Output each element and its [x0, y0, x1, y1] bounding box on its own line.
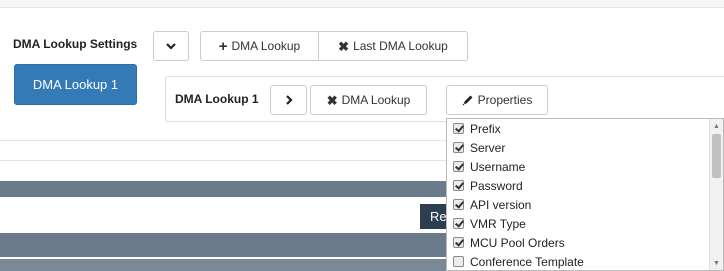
property-option[interactable]: Password [447, 176, 711, 195]
collapse-settings-button[interactable] [153, 31, 189, 61]
property-option[interactable]: Username [447, 157, 711, 176]
dropdown-scrollbar[interactable]: ▲ ▼ [709, 119, 723, 270]
property-label: Password [470, 178, 523, 193]
property-label: Username [470, 159, 526, 174]
remove-dma-lookup-button[interactable]: ✖ DMA Lookup [310, 85, 427, 115]
property-checkbox[interactable] [453, 256, 464, 267]
property-option[interactable]: VMR Type [447, 214, 711, 233]
property-label: API version [470, 197, 532, 212]
scroll-down-icon[interactable]: ▼ [710, 257, 723, 269]
property-label: Conference Template [470, 254, 584, 269]
properties-button[interactable]: Properties [446, 85, 548, 115]
times-icon: ✖ [338, 38, 350, 54]
partial-button-label: Re [430, 209, 447, 224]
property-checkbox[interactable] [453, 199, 464, 210]
property-option[interactable]: API version [447, 195, 711, 214]
scrollbar-thumb[interactable] [712, 134, 721, 178]
chevron-down-icon [166, 43, 176, 50]
property-label: Server [470, 140, 506, 155]
property-label: MCU Pool Orders [470, 235, 565, 250]
section-header-bar [0, 259, 450, 271]
properties-dropdown[interactable]: Prefix Server Username Password API version V… [446, 118, 724, 271]
tab-dma-lookup-1[interactable]: DMA Lookup 1 [14, 64, 137, 105]
property-option[interactable]: Server [447, 138, 711, 157]
settings-title: DMA Lookup Settings [13, 37, 138, 51]
property-label: Prefix [470, 121, 501, 136]
remove-dma-lookup-label: DMA Lookup [341, 93, 411, 107]
property-option[interactable]: Prefix [447, 119, 711, 138]
property-option[interactable]: Conference Template [447, 252, 711, 270]
times-icon: ✖ [326, 92, 338, 108]
property-checkbox[interactable] [453, 180, 464, 191]
expand-lookup-button[interactable] [270, 85, 307, 115]
property-checkbox[interactable] [453, 218, 464, 229]
plus-icon: + [218, 37, 228, 55]
pencil-icon [462, 95, 473, 106]
property-option[interactable]: MCU Pool Orders [447, 233, 711, 252]
divider [0, 160, 450, 161]
tab-label: DMA Lookup 1 [32, 77, 119, 92]
chevron-right-icon [285, 95, 293, 105]
property-checkbox[interactable] [453, 123, 464, 134]
property-label: VMR Type [470, 216, 526, 231]
section-header-bar [0, 233, 450, 257]
add-dma-lookup-label: DMA Lookup [231, 39, 301, 53]
properties-list: Prefix Server Username Password API version V… [447, 119, 711, 270]
remove-last-dma-lookup-label: Last DMA Lookup [353, 39, 448, 53]
properties-label: Properties [477, 93, 533, 107]
property-checkbox[interactable] [453, 142, 464, 153]
lookup-title: DMA Lookup 1 [175, 92, 259, 106]
property-checkbox[interactable] [453, 237, 464, 248]
divider [0, 140, 450, 141]
add-dma-lookup-button[interactable]: + DMA Lookup [200, 31, 319, 61]
top-border [0, 0, 724, 8]
scroll-up-icon[interactable]: ▲ [710, 120, 723, 132]
property-checkbox[interactable] [453, 161, 464, 172]
remove-last-dma-lookup-button[interactable]: ✖ Last DMA Lookup [318, 31, 468, 61]
section-header-bar [0, 181, 450, 197]
